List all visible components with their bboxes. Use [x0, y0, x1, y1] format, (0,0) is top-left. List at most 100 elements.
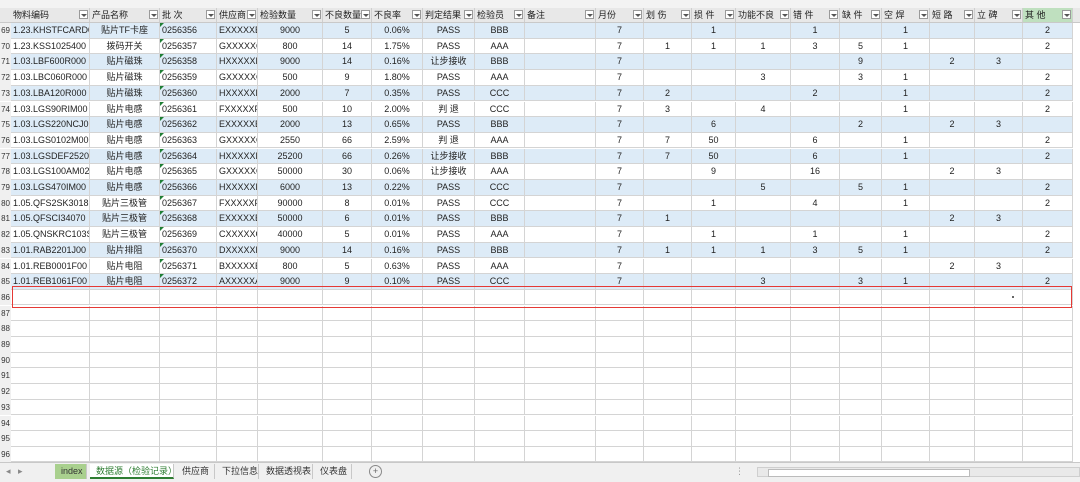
header-inspect-qty[interactable]: 检验数量 — [258, 8, 323, 22]
empty-cell[interactable] — [692, 415, 736, 431]
cell-scratch[interactable] — [644, 54, 692, 70]
empty-cell[interactable] — [423, 415, 475, 431]
empty-cell[interactable] — [596, 415, 644, 431]
empty-cell[interactable] — [791, 446, 840, 463]
cell-result[interactable]: 判 退 — [423, 132, 475, 149]
sheet-tab[interactable]: 下拉信息 — [216, 464, 259, 479]
empty-cell[interactable] — [882, 337, 930, 353]
cell-short-circuit[interactable] — [930, 23, 975, 39]
cell-remark[interactable] — [525, 117, 596, 133]
empty-row[interactable] — [11, 337, 1073, 353]
cell-wrong-part[interactable] — [791, 258, 840, 274]
cell-batch[interactable]: 0256371 — [160, 258, 217, 274]
sheet-tab[interactable]: 数据透视表 — [260, 464, 313, 479]
empty-cell[interactable] — [644, 431, 692, 447]
cell-defect-qty[interactable]: 66 — [323, 132, 372, 149]
row-number[interactable]: 71 — [0, 54, 11, 70]
cell-inspect-qty[interactable]: 500 — [258, 70, 323, 86]
cell-month[interactable]: 7 — [596, 38, 644, 55]
empty-cell[interactable] — [475, 415, 525, 431]
cell-inspector[interactable]: CCC — [475, 180, 525, 196]
cell-inspect-qty[interactable]: 800 — [258, 258, 323, 274]
cell-damage[interactable]: 9 — [692, 164, 736, 180]
empty-cell[interactable] — [525, 446, 596, 463]
row-number[interactable]: 72 — [0, 70, 11, 86]
cell-remark[interactable] — [525, 23, 596, 39]
cell-month[interactable]: 7 — [596, 164, 644, 180]
cell-result[interactable]: 让步接收 — [423, 148, 475, 165]
cell-result[interactable]: PASS — [423, 242, 475, 259]
empty-cell[interactable] — [644, 352, 692, 369]
empty-cell[interactable] — [258, 368, 323, 384]
cell-defect-rate[interactable]: 0.01% — [372, 211, 423, 227]
cell-tombstone[interactable]: 3 — [975, 54, 1023, 70]
empty-cell[interactable] — [160, 384, 217, 400]
empty-cell[interactable] — [882, 399, 930, 416]
cell-scratch[interactable]: 1 — [644, 38, 692, 55]
cell-short-circuit[interactable] — [930, 101, 975, 117]
sheet-tab[interactable]: index — [55, 464, 87, 479]
cell-supplier[interactable]: GXXXXXG — [217, 164, 258, 180]
empty-cell[interactable] — [1023, 352, 1073, 369]
cell-short-circuit[interactable] — [930, 242, 975, 259]
empty-cell[interactable] — [840, 431, 882, 447]
prev-sheet-icon[interactable]: ◂ — [6, 466, 11, 477]
cell-cold-solder[interactable]: 1 — [882, 70, 930, 86]
empty-cell[interactable] — [475, 431, 525, 447]
empty-cell[interactable] — [736, 321, 791, 337]
cell-wrong-part[interactable] — [791, 211, 840, 227]
cell-defect-qty[interactable]: 66 — [323, 148, 372, 165]
cell-tombstone[interactable] — [975, 38, 1023, 55]
cell-missing-part[interactable] — [840, 23, 882, 39]
empty-row[interactable] — [11, 399, 1073, 416]
cell-cold-solder[interactable]: 1 — [882, 148, 930, 165]
cell-result[interactable]: 让步接收 — [423, 54, 475, 70]
cell-missing-part[interactable]: 9 — [840, 54, 882, 70]
cell-inspector[interactable]: BBB — [475, 54, 525, 70]
header-cold-solder[interactable]: 空 焊 — [882, 8, 930, 22]
row-number[interactable]: 70 — [0, 38, 11, 55]
row-number[interactable]: 87 — [0, 305, 11, 322]
cell-wrong-part[interactable]: 6 — [791, 132, 840, 149]
cell-material-code[interactable]: 1.03.LGS100AM02 — [11, 164, 90, 180]
cell-inspect-qty[interactable]: 9000 — [258, 242, 323, 259]
cell-defect-qty[interactable]: 8 — [323, 195, 372, 212]
empty-cell[interactable] — [975, 321, 1023, 337]
row-number[interactable]: 81 — [0, 211, 11, 227]
empty-cell[interactable] — [1023, 446, 1073, 463]
cell-other[interactable]: 2 — [1023, 195, 1073, 212]
empty-cell[interactable] — [11, 399, 90, 416]
cell-function-defect[interactable]: 1 — [736, 242, 791, 259]
cell-defect-rate[interactable]: 0.01% — [372, 195, 423, 212]
cell-short-circuit[interactable] — [930, 85, 975, 102]
cell-short-circuit[interactable] — [930, 38, 975, 55]
sheet-tab[interactable]: 数据源（检验记录） — [90, 464, 177, 479]
cell-inspector[interactable]: CCC — [475, 85, 525, 102]
cell-tombstone[interactable] — [975, 132, 1023, 149]
header-function-defect[interactable]: 功能不良 — [736, 8, 791, 22]
empty-cell[interactable] — [423, 337, 475, 353]
empty-cell[interactable] — [840, 415, 882, 431]
empty-cell[interactable] — [475, 321, 525, 337]
cell-tombstone[interactable] — [975, 101, 1023, 117]
cell-inspector[interactable]: BBB — [475, 148, 525, 165]
cell-damage[interactable] — [692, 54, 736, 70]
cell-other[interactable] — [1023, 258, 1073, 274]
empty-cell[interactable] — [423, 399, 475, 416]
cell-scratch[interactable] — [644, 195, 692, 212]
empty-cell[interactable] — [975, 415, 1023, 431]
cell-function-defect[interactable] — [736, 132, 791, 149]
empty-cell[interactable] — [160, 415, 217, 431]
cell-month[interactable]: 7 — [596, 195, 644, 212]
cell-wrong-part[interactable]: 6 — [791, 148, 840, 165]
empty-cell[interactable] — [525, 337, 596, 353]
cell-short-circuit[interactable]: 2 — [930, 258, 975, 274]
empty-cell[interactable] — [596, 446, 644, 463]
empty-cell[interactable] — [323, 446, 372, 463]
empty-cell[interactable] — [11, 415, 90, 431]
cell-material-code[interactable]: 1.05.QNSKRC103S — [11, 227, 90, 243]
cell-short-circuit[interactable]: 2 — [930, 54, 975, 70]
cell-result[interactable]: PASS — [423, 211, 475, 227]
cell-inspect-qty[interactable]: 800 — [258, 38, 323, 55]
empty-cell[interactable] — [323, 399, 372, 416]
